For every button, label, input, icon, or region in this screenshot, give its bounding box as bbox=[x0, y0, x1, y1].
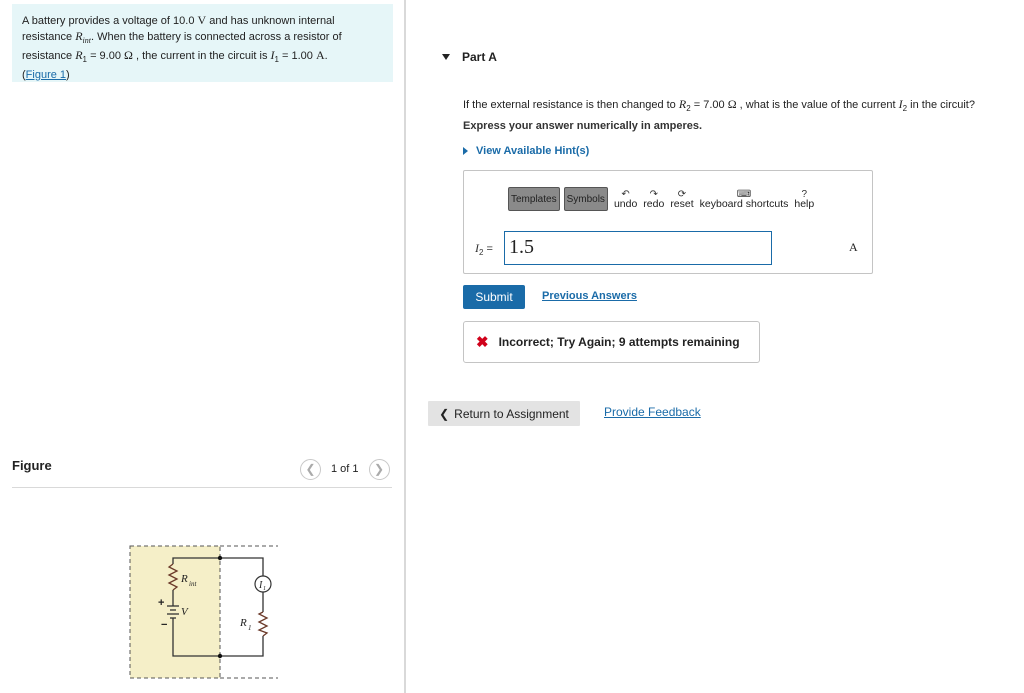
help-button[interactable]: ? help bbox=[794, 189, 814, 210]
var-subscript: 2 bbox=[902, 104, 908, 114]
problem-text: resistance bbox=[22, 50, 73, 63]
answer-unit: A bbox=[849, 240, 858, 254]
equals-sign: = bbox=[486, 243, 493, 255]
problem-statement: A battery provides a voltage of 10.0 V a… bbox=[12, 4, 393, 82]
label-r1-sub: 1 bbox=[248, 624, 252, 632]
external-resistor bbox=[257, 611, 269, 637]
unit-volts: V bbox=[197, 13, 207, 27]
battery-box bbox=[129, 545, 221, 679]
problem-text: A battery provides a voltage of 10.0 bbox=[22, 15, 195, 27]
question-fragment: in the circuit? bbox=[910, 99, 975, 111]
question-text: If the external resistance is then chang… bbox=[463, 97, 975, 113]
label-i1-sub: 1 bbox=[263, 586, 266, 592]
submit-button[interactable]: Submit bbox=[463, 285, 525, 309]
answer-input[interactable]: 1.5 bbox=[504, 231, 772, 265]
figure-link[interactable]: Figure 1 bbox=[26, 69, 66, 81]
figure-pager: ❮ 1 of 1 ❯ bbox=[300, 458, 390, 480]
divider bbox=[12, 487, 392, 488]
keyboard-icon: ⌨ bbox=[736, 188, 752, 200]
problem-text: = 9.00 bbox=[90, 50, 121, 63]
templates-button[interactable]: Templates bbox=[508, 187, 560, 211]
keyboard-shortcuts-button[interactable]: ⌨ keyboard shortcuts bbox=[700, 189, 789, 210]
chevron-left-icon[interactable]: ❮ bbox=[300, 458, 321, 480]
hints-label: View Available Hint(s) bbox=[476, 145, 590, 157]
label-r1: R bbox=[239, 617, 247, 629]
keyboard-label: keyboard shortcuts bbox=[699, 197, 789, 210]
problem-text: resistance bbox=[22, 30, 73, 43]
var-subscript: 2 bbox=[479, 248, 484, 258]
chevron-right-icon[interactable]: ❯ bbox=[368, 458, 390, 480]
reset-label: reset bbox=[670, 197, 694, 210]
label-minus: − bbox=[161, 619, 167, 631]
unit-amps: A bbox=[315, 48, 325, 63]
unit-ohms: Ω bbox=[124, 48, 133, 63]
node bbox=[217, 555, 223, 561]
redo-button[interactable]: ↷ redo bbox=[643, 189, 664, 210]
left-pane: A battery provides a voltage of 10.0 V a… bbox=[0, 0, 404, 693]
undo-icon: ↶ bbox=[621, 188, 630, 200]
problem-text: = 1.00 bbox=[282, 50, 313, 63]
label-plus: + bbox=[158, 597, 164, 609]
part-title: Part A bbox=[462, 50, 497, 64]
symbols-button[interactable]: Symbols bbox=[563, 187, 608, 211]
var-r1: R bbox=[75, 48, 83, 63]
var-subscript: 1 bbox=[274, 55, 279, 65]
help-icon: ? bbox=[801, 188, 808, 200]
reset-icon: ⟳ bbox=[677, 188, 687, 200]
feedback-message: ✖ Incorrect; Try Again; 9 attempts remai… bbox=[463, 321, 760, 363]
question-fragment: = 7.00 bbox=[693, 99, 725, 111]
return-to-assignment-button[interactable]: ❮ Return to Assignment bbox=[428, 401, 580, 426]
problem-text: and has unknown internal bbox=[209, 15, 335, 27]
answer-box: Templates Symbols ↶ undo ↷ redo ⟳ reset … bbox=[463, 170, 873, 274]
chevron-left-icon: ❮ bbox=[439, 406, 450, 421]
problem-text: , the current in the circuit is bbox=[136, 50, 268, 63]
question-fragment: If the external resistance is then chang… bbox=[463, 99, 676, 111]
reset-button[interactable]: ⟳ reset bbox=[670, 189, 693, 210]
var-subscript: 2 bbox=[686, 104, 691, 114]
circuit-diagram: R int V + − I 1 R 1 bbox=[129, 545, 278, 679]
redo-icon: ↷ bbox=[649, 188, 658, 200]
provide-feedback-link[interactable]: Provide Feedback bbox=[604, 405, 701, 419]
expand-triangle-icon bbox=[463, 147, 468, 155]
question-fragment: , what is the value of the current bbox=[739, 99, 896, 111]
undo-label: undo bbox=[613, 197, 638, 210]
node bbox=[217, 653, 223, 659]
label-rint-sub: int bbox=[189, 580, 197, 588]
math-toolbar: Templates Symbols ↶ undo ↷ redo ⟳ reset … bbox=[508, 187, 814, 211]
view-hints-toggle[interactable]: View Available Hint(s) bbox=[463, 145, 589, 157]
collapse-triangle-icon bbox=[442, 54, 450, 60]
redo-label: redo bbox=[643, 197, 665, 210]
label-rint: R bbox=[180, 573, 188, 585]
return-label: Return to Assignment bbox=[454, 406, 569, 421]
var-subscript: int bbox=[82, 35, 91, 45]
problem-text: ) bbox=[66, 68, 70, 81]
var-r-int: R bbox=[75, 28, 83, 43]
answer-label: I2 = bbox=[475, 241, 493, 257]
unit-ohms: Ω bbox=[727, 97, 737, 111]
part-header[interactable]: Part A bbox=[442, 50, 497, 64]
figure-heading: Figure bbox=[12, 458, 52, 473]
previous-answers-link[interactable]: Previous Answers bbox=[542, 290, 637, 302]
x-icon: ✖ bbox=[476, 333, 489, 351]
toolbar-actions: ↶ undo ↷ redo ⟳ reset ⌨ keyboard shortcu… bbox=[614, 189, 814, 210]
var-subscript: 1 bbox=[82, 55, 87, 65]
undo-button[interactable]: ↶ undo bbox=[614, 189, 637, 210]
problem-text: . When the battery is connected across a… bbox=[91, 30, 342, 43]
problem-text: . bbox=[324, 50, 328, 63]
feedback-text: Incorrect; Try Again; 9 attempts remaini… bbox=[498, 335, 740, 349]
help-label: help bbox=[794, 197, 815, 210]
figure-count: 1 of 1 bbox=[331, 463, 359, 475]
right-pane: Part A If the external resistance is the… bbox=[406, 0, 1024, 693]
answer-instructions: Express your answer numerically in amper… bbox=[463, 120, 703, 132]
